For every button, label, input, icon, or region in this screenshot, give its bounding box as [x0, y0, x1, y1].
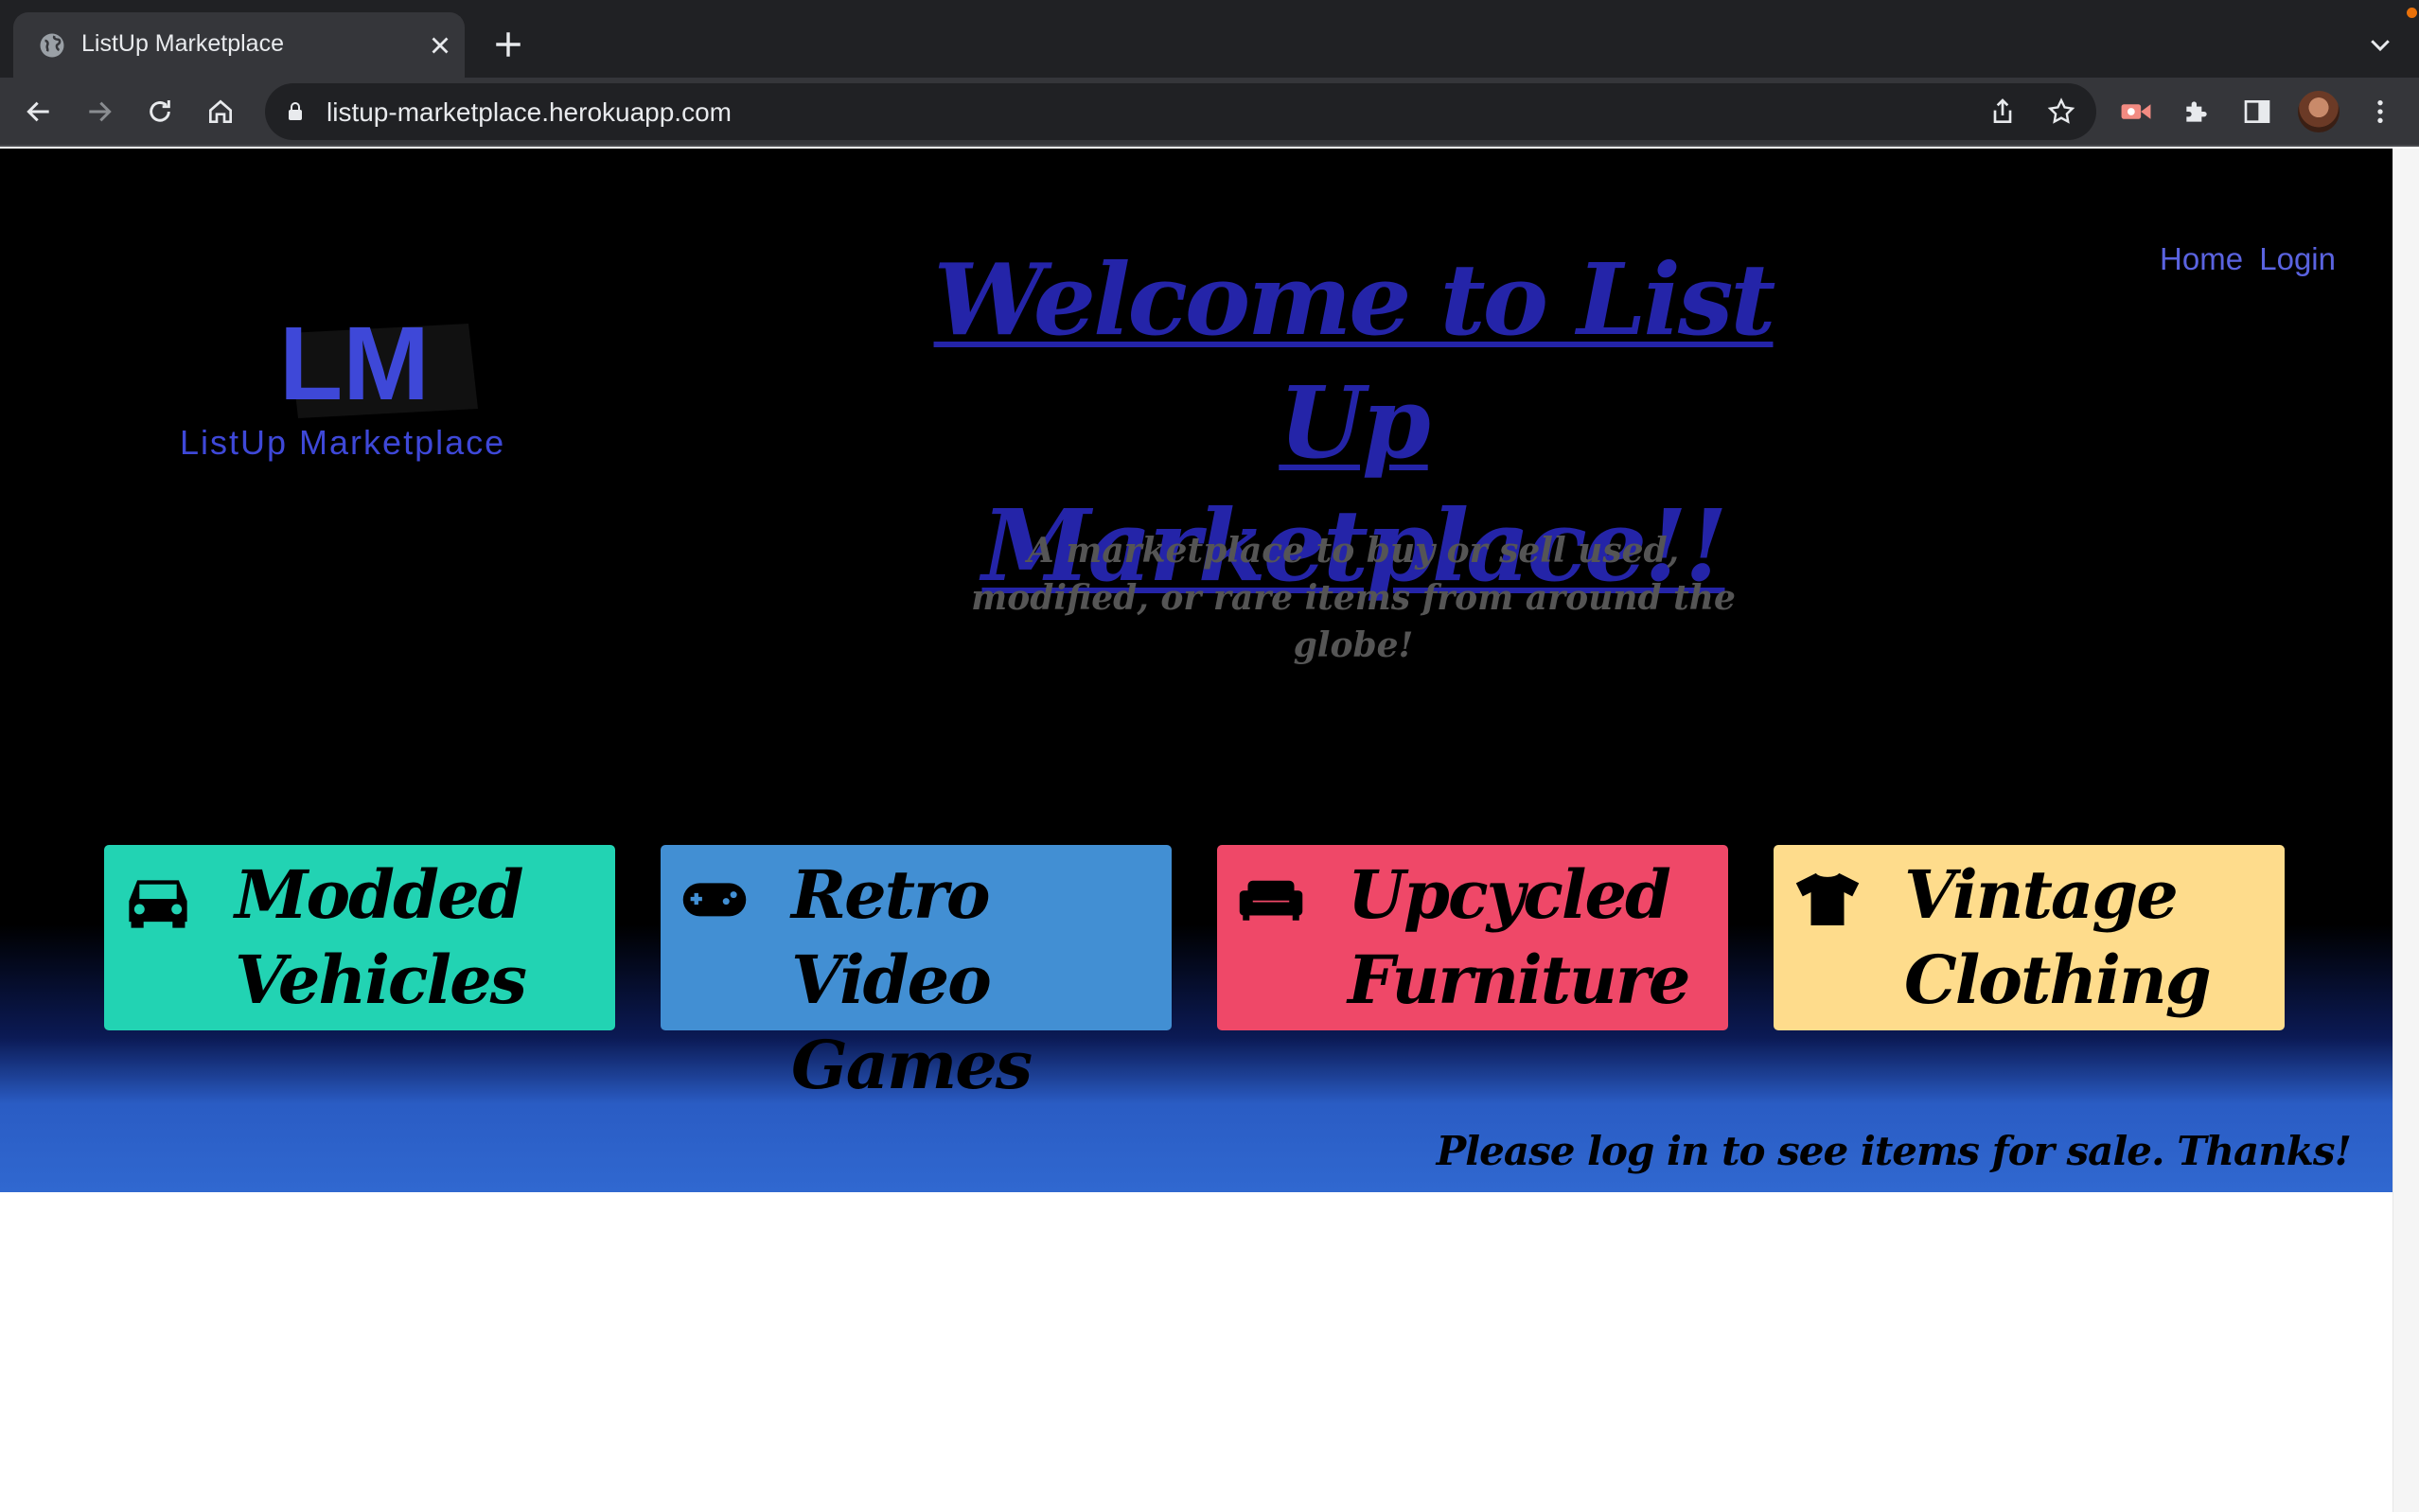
- side-panel-button[interactable]: [2239, 94, 2275, 130]
- back-icon: [26, 101, 49, 122]
- extension-button[interactable]: [2118, 94, 2154, 130]
- recording-indicator: [2407, 8, 2417, 18]
- reload-button[interactable]: [142, 94, 178, 130]
- category-cards: Modded Vehicles Retro Video Games Upcycl…: [104, 845, 2287, 1104]
- reload-icon: [150, 100, 170, 122]
- more-icon: [2377, 100, 2383, 123]
- category-label: Upcycled Furniture: [1348, 855, 1690, 1019]
- car-icon: [129, 880, 187, 928]
- close-icon[interactable]: [426, 31, 454, 60]
- top-nav: Home Login: [2152, 241, 2336, 277]
- extension-icon: [2121, 104, 2151, 119]
- sidebar-icon: [2244, 100, 2270, 123]
- category-card-upcycled-furniture[interactable]: Upcycled Furniture: [1217, 845, 1728, 1030]
- chevron-down-icon[interactable]: [2366, 30, 2394, 59]
- category-card-retro-video-games[interactable]: Retro Video Games: [661, 845, 1172, 1104]
- page-scrollbar[interactable]: [2393, 149, 2419, 1512]
- menu-button[interactable]: [2362, 94, 2398, 130]
- page-viewport: LM ListUp Marketplace Home Login Welcome…: [0, 149, 2393, 1512]
- lock-icon: [289, 102, 302, 120]
- couch-icon: [1239, 880, 1303, 921]
- tshirt-icon: [1795, 872, 1860, 925]
- profile-avatar[interactable]: [2298, 91, 2340, 132]
- tab-strip: ListUp Marketplace: [0, 0, 2419, 78]
- forward-button[interactable]: [81, 94, 117, 130]
- url-text: listup-marketplace.herokuapp.com: [327, 97, 732, 127]
- forward-icon: [89, 101, 112, 122]
- extensions-button[interactable]: [2179, 94, 2215, 130]
- back-button[interactable]: [21, 94, 57, 130]
- plus-icon[interactable]: [492, 28, 524, 61]
- category-card-modded-vehicles[interactable]: Modded Vehicles: [104, 845, 615, 1030]
- category-label: Retro Video Games: [791, 855, 1033, 1104]
- browser-tab[interactable]: ListUp Marketplace: [13, 12, 465, 78]
- puzzle-icon: [2186, 101, 2207, 122]
- logo-letters: LM: [279, 306, 430, 422]
- browser-toolbar: listup-marketplace.herokuapp.com: [0, 78, 2419, 147]
- address-bar[interactable]: listup-marketplace.herokuapp.com: [265, 83, 2096, 140]
- globe-icon: [40, 33, 64, 58]
- gamepad-icon: [682, 883, 747, 917]
- home-icon: [209, 99, 232, 123]
- tab-title: ListUp Marketplace: [81, 30, 284, 57]
- logo-text: ListUp Marketplace: [180, 423, 506, 462]
- category-card-vintage-clothing[interactable]: Vintage Clothing: [1774, 845, 2285, 1030]
- share-icon[interactable]: [1987, 97, 2018, 127]
- login-prompt: Please log in to see items for sale. Tha…: [1436, 1128, 2352, 1174]
- nav-login-link[interactable]: Login: [2259, 241, 2336, 276]
- category-label: Modded Vehicles: [235, 855, 527, 1019]
- star-icon[interactable]: [2046, 97, 2076, 127]
- nav-home-link[interactable]: Home: [2160, 241, 2243, 276]
- hero-section: LM ListUp Marketplace Home Login Welcome…: [0, 149, 2393, 1192]
- home-button[interactable]: [203, 94, 238, 130]
- page-subtitle: A marketplace to buy or sell used, modif…: [971, 531, 1736, 665]
- category-label: Vintage Clothing: [1904, 855, 2212, 1019]
